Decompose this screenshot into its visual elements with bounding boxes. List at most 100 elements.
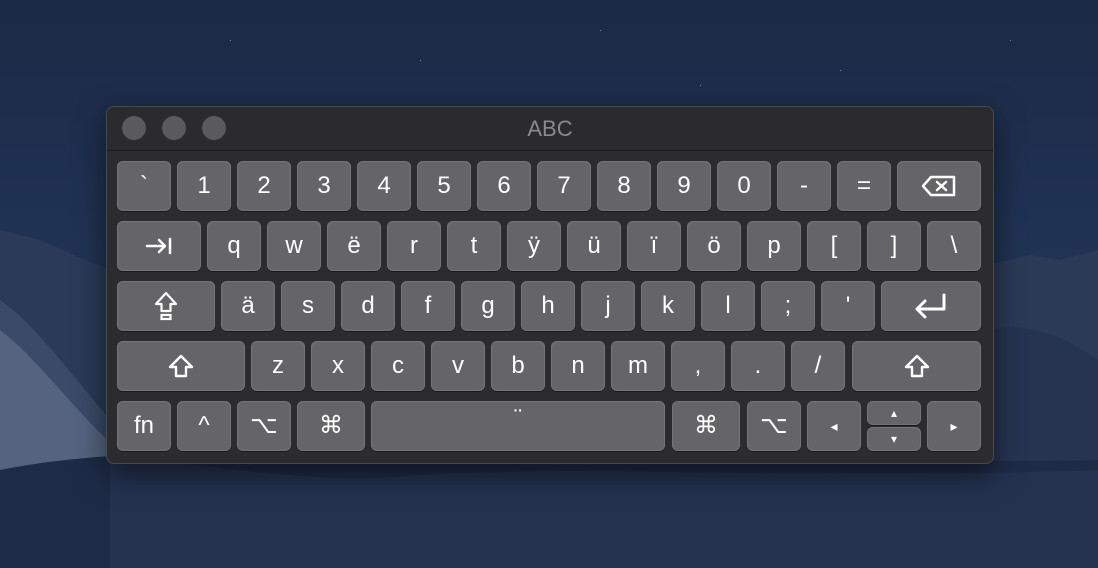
tab-key[interactable] xyxy=(117,221,201,271)
control-key-label: ^ xyxy=(198,412,210,439)
key-equals-label: = xyxy=(856,172,871,199)
key-8-label: 8 xyxy=(617,172,631,199)
key-x-label: x xyxy=(332,352,344,379)
key-backtick[interactable]: ` xyxy=(117,161,171,211)
key-t-label: t xyxy=(470,232,478,259)
key-8[interactable]: 8 xyxy=(597,161,651,211)
key-w-label: w xyxy=(285,232,303,259)
key-7[interactable]: 7 xyxy=(537,161,591,211)
arrow-right-key[interactable]: ▸ xyxy=(927,401,981,451)
key-b[interactable]: b xyxy=(491,341,545,391)
key-d[interactable]: d xyxy=(341,281,395,331)
keyboard-viewer-window: ABC ` 1 2 3 4 5 6 7 8 9 0 - = q w ë r t ÿ ü ï ö p [] \ ä s d f g h j k l;… xyxy=(106,106,994,464)
key-ü[interactable]: ü xyxy=(567,221,621,271)
arrow-right-key-label: ▸ xyxy=(950,418,958,434)
key-comma[interactable]: , xyxy=(671,341,725,391)
key-p-label: p xyxy=(767,232,781,259)
key-ï[interactable]: ï xyxy=(627,221,681,271)
key-l[interactable]: l xyxy=(701,281,755,331)
key-g-label: g xyxy=(481,292,495,319)
option-key-left-label: ⌥ xyxy=(250,412,278,439)
key-5[interactable]: 5 xyxy=(417,161,471,211)
key-ö[interactable]: ö xyxy=(687,221,741,271)
key-9[interactable]: 9 xyxy=(657,161,711,211)
key-ï-label: ï xyxy=(650,232,658,259)
key-3-label: 3 xyxy=(317,172,331,199)
return-key[interactable] xyxy=(881,281,981,331)
key-4-label: 4 xyxy=(377,172,391,199)
key-comma-label: , xyxy=(694,352,702,379)
key-equals[interactable]: = xyxy=(837,161,891,211)
command-key-left[interactable]: ⌘ xyxy=(297,401,365,451)
key-f-label: f xyxy=(424,292,432,319)
key-3[interactable]: 3 xyxy=(297,161,351,211)
option-key-right-label: ⌥ xyxy=(760,412,788,439)
key-left-bracket-label: [ xyxy=(830,232,838,259)
key-semicolon[interactable]: ; xyxy=(761,281,815,331)
key-2[interactable]: 2 xyxy=(237,161,291,211)
shift-key-left[interactable] xyxy=(117,341,245,391)
key-right-bracket-label: ] xyxy=(890,232,898,259)
arrow-up-key-label: ▴ xyxy=(890,406,898,420)
key-s-label: s xyxy=(302,292,314,319)
key-n-label: n xyxy=(571,352,585,379)
key-n[interactable]: n xyxy=(551,341,605,391)
key-v[interactable]: v xyxy=(431,341,485,391)
space-bar[interactable]: ¨ xyxy=(371,401,665,451)
key-ä-label: ä xyxy=(241,292,255,319)
key-minus[interactable]: - xyxy=(777,161,831,211)
arrow-left-key[interactable]: ◂ xyxy=(807,401,861,451)
key-j[interactable]: j xyxy=(581,281,635,331)
key-backslash[interactable]: \ xyxy=(927,221,981,271)
key-ä[interactable]: ä xyxy=(221,281,275,331)
key-c[interactable]: c xyxy=(371,341,425,391)
key-ü-label: ü xyxy=(587,232,601,259)
key-z[interactable]: z xyxy=(251,341,305,391)
shift-key-right[interactable] xyxy=(852,341,981,391)
key-t[interactable]: t xyxy=(447,221,501,271)
key-left-bracket[interactable]: [ xyxy=(807,221,861,271)
key-0[interactable]: 0 xyxy=(717,161,771,211)
key-ÿ[interactable]: ÿ xyxy=(507,221,561,271)
option-key-left[interactable]: ⌥ xyxy=(237,401,291,451)
key-4[interactable]: 4 xyxy=(357,161,411,211)
fn-key[interactable]: fn xyxy=(117,401,171,451)
key-ö-label: ö xyxy=(707,232,721,259)
key-ÿ-label: ÿ xyxy=(528,232,540,259)
key-m[interactable]: m xyxy=(611,341,665,391)
key-f[interactable]: f xyxy=(401,281,455,331)
key-0-label: 0 xyxy=(737,172,751,199)
key-g[interactable]: g xyxy=(461,281,515,331)
caps-lock-icon xyxy=(154,291,178,321)
key-6[interactable]: 6 xyxy=(477,161,531,211)
key-right-bracket[interactable]: ] xyxy=(867,221,921,271)
key-s[interactable]: s xyxy=(281,281,335,331)
key-1[interactable]: 1 xyxy=(177,161,231,211)
key-slash-label: / xyxy=(814,352,822,379)
caps-lock-key[interactable] xyxy=(117,281,215,331)
key-q[interactable]: q xyxy=(207,221,261,271)
command-key-right[interactable]: ⌘ xyxy=(672,401,740,451)
key-k-label: k xyxy=(662,292,674,319)
key-b-label: b xyxy=(511,352,525,379)
key-slash[interactable]: / xyxy=(791,341,845,391)
key-h[interactable]: h xyxy=(521,281,575,331)
title-bar[interactable]: ABC xyxy=(107,107,993,151)
key-period[interactable]: . xyxy=(731,341,785,391)
command-key-right-label: ⌘ xyxy=(694,412,718,439)
key-ë[interactable]: ë xyxy=(327,221,381,271)
arrow-up-key[interactable]: ▴ xyxy=(867,401,921,425)
option-key-right[interactable]: ⌥ xyxy=(747,401,801,451)
key-quote[interactable]: ' xyxy=(821,281,875,331)
key-c-label: c xyxy=(392,352,404,379)
key-r[interactable]: r xyxy=(387,221,441,271)
key-d-label: d xyxy=(361,292,375,319)
key-w[interactable]: w xyxy=(267,221,321,271)
arrow-down-key[interactable]: ▾ xyxy=(867,427,921,451)
control-key[interactable]: ^ xyxy=(177,401,231,451)
key-p[interactable]: p xyxy=(747,221,801,271)
key-x[interactable]: x xyxy=(311,341,365,391)
key-k[interactable]: k xyxy=(641,281,695,331)
delete-key[interactable] xyxy=(897,161,981,211)
key-l-label: l xyxy=(725,292,731,319)
